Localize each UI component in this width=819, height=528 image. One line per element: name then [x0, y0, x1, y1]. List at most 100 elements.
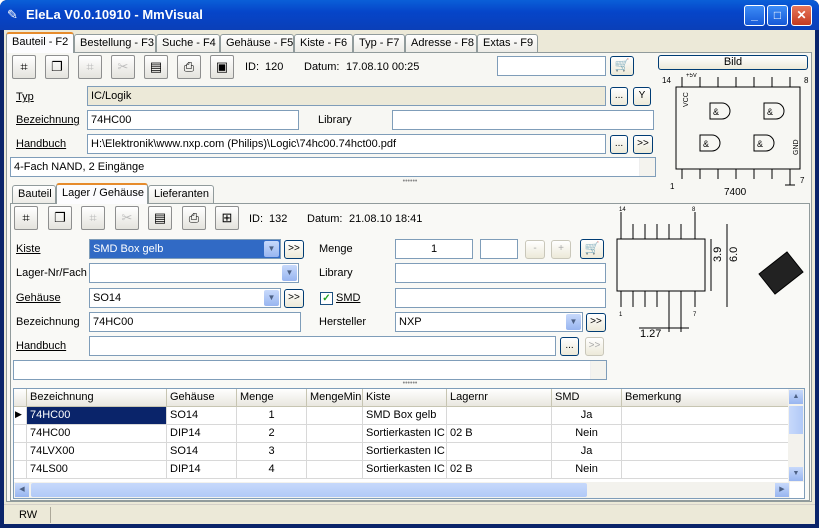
- tab-kiste[interactable]: Kiste - F6: [294, 34, 353, 52]
- table-cell[interactable]: 02 B: [447, 425, 552, 443]
- table-cell[interactable]: Sortierkasten IC: [363, 443, 447, 461]
- smd-field[interactable]: [395, 288, 606, 308]
- scroll-up-icon[interactable]: ▲: [789, 390, 803, 404]
- chevron-down-icon[interactable]: ▼: [282, 265, 297, 281]
- handbuch-field[interactable]: H:\Elektronik\www.nxp.com (Philips)\Logi…: [87, 134, 606, 154]
- library-field[interactable]: [392, 110, 654, 130]
- table-cell[interactable]: DIP14: [167, 461, 237, 479]
- table-cell[interactable]: Sortierkasten IC: [363, 425, 447, 443]
- menge-field[interactable]: 1: [395, 239, 473, 259]
- table-cell[interactable]: Sortierkasten IC: [363, 461, 447, 479]
- table-cell[interactable]: Ja: [552, 443, 622, 461]
- table-cell[interactable]: 1: [237, 407, 307, 425]
- menge-minus-button[interactable]: -: [525, 240, 545, 259]
- network-icon[interactable]: ⊞: [215, 206, 239, 230]
- table-cell[interactable]: 74LVX00: [27, 443, 167, 461]
- stock-bezeichnung-field[interactable]: 74HC00: [89, 312, 301, 332]
- cut-icon[interactable]: ✂: [111, 55, 135, 79]
- hersteller-select[interactable]: NXP ▼: [395, 312, 583, 332]
- scroll-right-icon[interactable]: ▶: [775, 483, 789, 497]
- handbuch-open-button[interactable]: >>: [633, 135, 653, 154]
- smd-checkbox[interactable]: ✓: [320, 292, 333, 305]
- description-memo[interactable]: 4-Fach NAND, 2 Eingänge: [10, 157, 656, 177]
- chevron-down-icon[interactable]: ▼: [264, 290, 279, 306]
- col-header-bezeichnung[interactable]: Bezeichnung: [27, 389, 167, 407]
- save-icon[interactable]: ▣: [210, 55, 234, 79]
- subtab-lager-gehaeuse[interactable]: Lager / Gehäuse: [56, 183, 148, 204]
- paste-stock-icon[interactable]: ⌗: [81, 206, 105, 230]
- table-cell[interactable]: 2: [237, 425, 307, 443]
- col-header-gehaeuse[interactable]: Gehäuse: [167, 389, 237, 407]
- bild-button[interactable]: Bild: [658, 55, 808, 70]
- stock-table[interactable]: Bezeichnung Gehäuse Menge MengeMin Kiste…: [13, 388, 805, 499]
- tab-adresse[interactable]: Adresse - F8: [405, 34, 477, 52]
- tab-bauteil[interactable]: Bauteil - F2: [6, 32, 74, 53]
- description-scrollbar[interactable]: [639, 158, 655, 176]
- shopping-cart-icon[interactable]: 🛒: [610, 56, 634, 76]
- menge-plus-button[interactable]: +: [551, 240, 571, 259]
- clipboard-stock-icon[interactable]: ▤: [148, 206, 172, 230]
- table-cell[interactable]: [622, 407, 790, 425]
- title-bar[interactable]: ✎ EleLa V0.0.10910 - MmVisual _ □ ✕: [0, 0, 819, 30]
- kiste-go-button[interactable]: >>: [284, 240, 304, 259]
- table-cell[interactable]: [622, 461, 790, 479]
- table-cell[interactable]: 02 B: [447, 461, 552, 479]
- stock-memo-scrollbar[interactable]: [590, 361, 606, 379]
- print-stock-icon[interactable]: ⎙: [182, 206, 206, 230]
- table-cell[interactable]: 4: [237, 461, 307, 479]
- subtab-bauteil[interactable]: Bauteil: [12, 185, 56, 203]
- tab-typ[interactable]: Typ - F7: [353, 34, 405, 52]
- table-cell[interactable]: [307, 425, 363, 443]
- stock-memo[interactable]: [13, 360, 607, 380]
- gehaeuse-select[interactable]: SO14 ▼: [89, 288, 281, 308]
- col-header-kiste[interactable]: Kiste: [363, 389, 447, 407]
- table-cell[interactable]: SO14: [167, 443, 237, 461]
- table-cell[interactable]: [447, 443, 552, 461]
- subtab-lieferanten[interactable]: Lieferanten: [148, 185, 214, 203]
- minimize-button[interactable]: _: [744, 5, 765, 26]
- table-cell[interactable]: Nein: [552, 425, 622, 443]
- handbuch-browse-button[interactable]: ...: [610, 135, 628, 154]
- table-cell[interactable]: Ja: [552, 407, 622, 425]
- lagernr-select[interactable]: ▼: [89, 263, 299, 283]
- typ-select-button[interactable]: ...: [610, 87, 628, 106]
- gehaeuse-go-button[interactable]: >>: [284, 289, 304, 308]
- stock-handbuch-go-button[interactable]: >>: [585, 337, 604, 356]
- table-cell[interactable]: [307, 407, 363, 425]
- table-cell[interactable]: Nein: [552, 461, 622, 479]
- stock-library-field[interactable]: [395, 263, 606, 283]
- table-cell[interactable]: SO14: [167, 407, 237, 425]
- print-icon[interactable]: ⎙: [177, 55, 201, 79]
- cut-stock-icon[interactable]: ✂: [115, 206, 139, 230]
- menge-delta-field[interactable]: [480, 239, 518, 259]
- col-header-lagernr[interactable]: Lagernr: [447, 389, 552, 407]
- hersteller-go-button[interactable]: >>: [586, 313, 606, 332]
- col-header-bemerkung[interactable]: Bemerkung: [622, 389, 790, 407]
- tab-suche[interactable]: Suche - F4: [156, 34, 220, 52]
- tab-extas[interactable]: Extas - F9: [477, 34, 538, 52]
- table-cell[interactable]: 3: [237, 443, 307, 461]
- cart-search-input[interactable]: [497, 56, 606, 76]
- table-cell[interactable]: [622, 443, 790, 461]
- clipboard-icon[interactable]: ▤: [144, 55, 168, 79]
- table-cell[interactable]: 74HC00: [27, 425, 167, 443]
- splitter-bottom[interactable]: ••••••: [13, 380, 807, 387]
- table-cell[interactable]: [307, 461, 363, 479]
- chevron-down-icon[interactable]: ▼: [566, 314, 581, 330]
- maximize-button[interactable]: □: [767, 5, 788, 26]
- paste-icon[interactable]: ⌗: [78, 55, 102, 79]
- table-horizontal-scrollbar[interactable]: ◀ ▶: [14, 482, 790, 498]
- table-cell[interactable]: 74LS00: [27, 461, 167, 479]
- col-header-mengemin[interactable]: MengeMin: [307, 389, 363, 407]
- typ-filter-button[interactable]: Y: [633, 87, 651, 106]
- new-stock-icon[interactable]: ⌗: [14, 206, 38, 230]
- tab-bestellung[interactable]: Bestellung - F3: [74, 34, 156, 52]
- stock-cart-icon[interactable]: 🛒: [580, 239, 604, 259]
- table-cell[interactable]: [307, 443, 363, 461]
- table-cell[interactable]: DIP14: [167, 425, 237, 443]
- stock-handbuch-field[interactable]: [89, 336, 556, 356]
- table-cell[interactable]: [622, 425, 790, 443]
- horizontal-scroll-thumb[interactable]: [31, 483, 587, 497]
- table-cell[interactable]: SMD Box gelb: [363, 407, 447, 425]
- new-part-icon[interactable]: ⌗: [12, 55, 36, 79]
